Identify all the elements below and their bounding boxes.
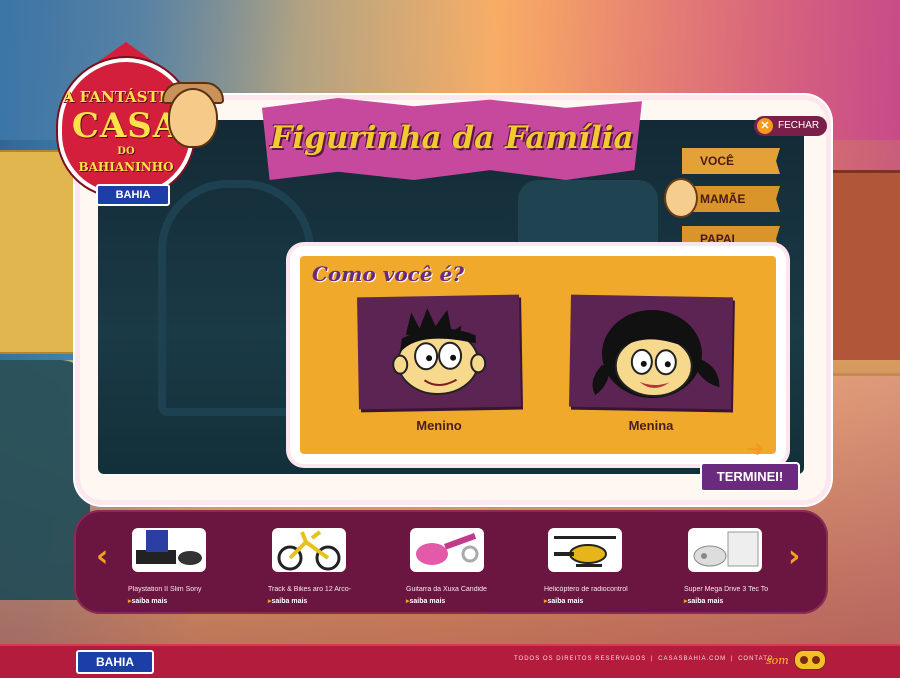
option-boy[interactable]: Menino xyxy=(357,294,524,436)
choice-question: Como você é? xyxy=(312,262,464,286)
sound-label: som xyxy=(766,654,789,667)
product-name: Helicóptero de radiocontrol xyxy=(544,586,628,593)
product-image xyxy=(272,528,346,572)
product-carousel: ‹ Playstation II Slim Sony saiba mais Tr… xyxy=(74,510,828,614)
choice-card-inner: Como você é? Menino Menina xyxy=(300,256,776,454)
product-name: Track & Bikes aro 12 Arco- xyxy=(268,586,351,593)
finish-arrow-icon: ➜ xyxy=(746,437,765,462)
product-name: Guitarra da Xuxa Candide xyxy=(406,586,487,593)
chevron-right-icon[interactable]: › xyxy=(788,542,806,572)
product-item[interactable]: Track & Bikes aro 12 Arco- saiba mais xyxy=(268,524,398,610)
sound-icon[interactable] xyxy=(794,650,826,670)
choice-card: Como você é? Menino Menina xyxy=(290,246,786,464)
option-girl[interactable]: Menina xyxy=(569,294,736,436)
product-image xyxy=(410,528,484,572)
tab-voce[interactable]: VOCÊ xyxy=(682,148,780,174)
option-girl-label: Menina xyxy=(628,418,674,433)
footer-links: TODOS OS DIREITOS RESERVADOS | CASASBAHI… xyxy=(514,656,774,662)
footer-rights: TODOS OS DIREITOS RESERVADOS xyxy=(514,656,647,662)
footer: BAHIA TODOS OS DIREITOS RESERVADOS | CAS… xyxy=(0,644,900,678)
product-item[interactable]: Helicóptero de radiocontrol saiba mais xyxy=(544,524,674,610)
logo-word-a: A xyxy=(62,88,75,106)
close-button[interactable]: ✕ FECHAR xyxy=(754,116,828,136)
chevron-left-icon[interactable]: ‹ xyxy=(96,542,114,572)
finish-button[interactable]: TERMINEI! xyxy=(700,462,800,492)
close-icon: ✕ xyxy=(757,118,773,134)
site-logo[interactable]: A FANTÁSTICA CASA DO BAHIANINHO BAHIA xyxy=(52,42,232,206)
product-item[interactable]: Playstation II Slim Sony saiba mais xyxy=(128,524,258,610)
logo-word-do: DO xyxy=(117,146,135,157)
mascot-face xyxy=(168,88,218,148)
scene-door xyxy=(818,170,900,376)
mother-avatar-icon xyxy=(664,178,698,218)
product-name: Super Mega Drive 3 Tec To xyxy=(684,586,769,593)
logo-word-bahianinho: BAHIANINHO xyxy=(78,160,174,174)
girl-portrait-frame xyxy=(569,294,733,410)
close-label: FECHAR xyxy=(778,120,820,131)
product-image xyxy=(688,528,762,572)
product-more-link[interactable]: saiba mais xyxy=(268,597,308,605)
product-more-link[interactable]: saiba mais xyxy=(544,597,584,605)
logo-badge: BAHIA xyxy=(96,184,170,206)
product-more-link[interactable]: saiba mais xyxy=(406,597,446,605)
girl-face-icon xyxy=(592,310,720,399)
bike-icon xyxy=(277,530,341,571)
boy-portrait-frame xyxy=(357,294,521,410)
console-icon xyxy=(136,530,202,565)
page-title: Figurinha da Família xyxy=(270,120,634,156)
helicopter-icon xyxy=(554,536,616,567)
product-item[interactable]: Guitarra da Xuxa Candide saiba mais xyxy=(406,524,536,610)
product-more-link[interactable]: saiba mais xyxy=(128,597,168,605)
game-console-icon xyxy=(693,531,759,567)
product-name: Playstation II Slim Sony xyxy=(128,586,202,593)
product-image xyxy=(548,528,622,572)
footer-site-link[interactable]: CASASBAHIA.COM xyxy=(658,656,726,662)
guitar-icon xyxy=(416,533,479,565)
product-more-link[interactable]: saiba mais xyxy=(684,597,724,605)
footer-logo[interactable]: BAHIA xyxy=(76,650,154,674)
option-boy-label: Menino xyxy=(416,418,462,433)
title-banner: Figurinha da Família xyxy=(262,98,642,180)
boy-face-icon xyxy=(392,308,487,396)
product-image xyxy=(132,528,206,572)
